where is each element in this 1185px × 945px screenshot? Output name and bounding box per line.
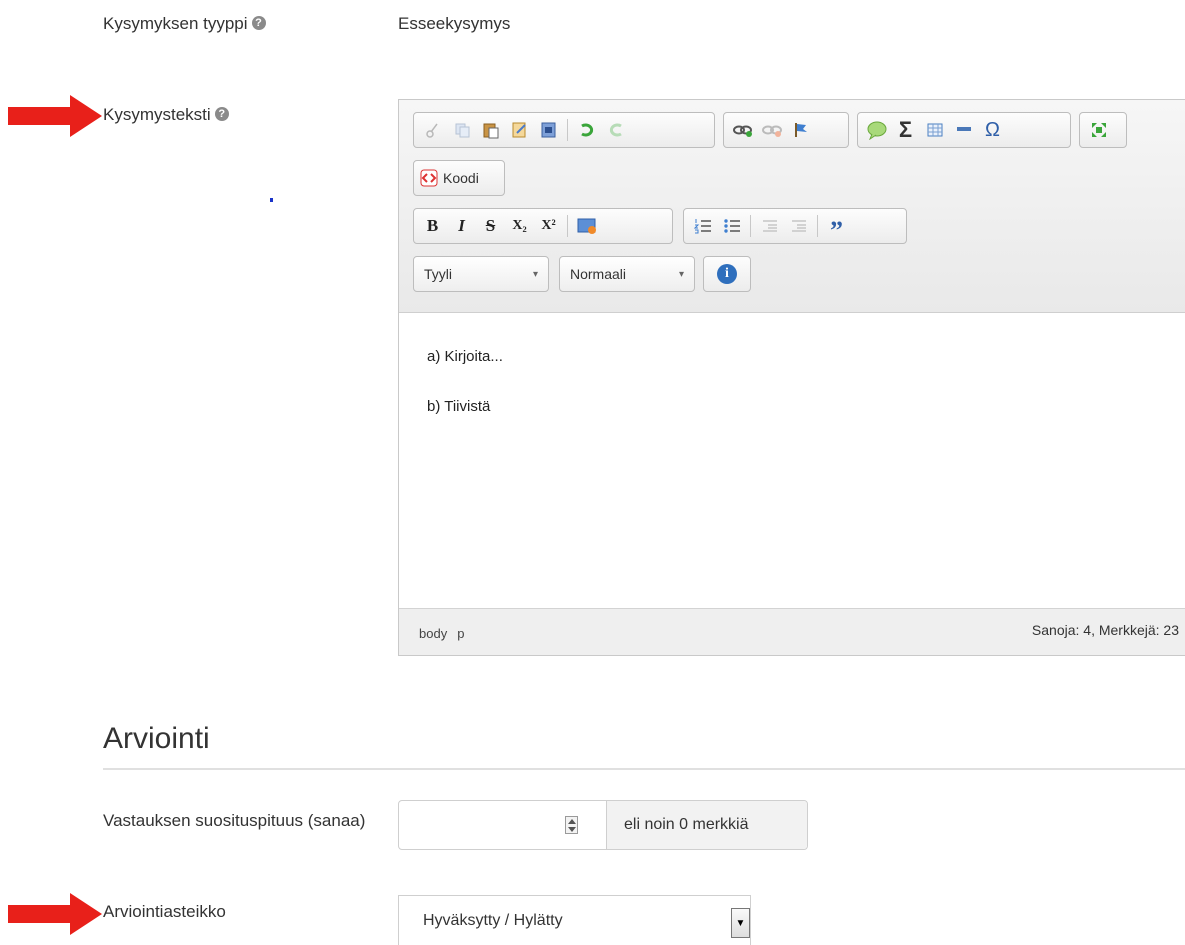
bulleted-list-icon[interactable] <box>718 213 745 239</box>
section-heading: Arviointi <box>103 722 210 755</box>
editor-content[interactable]: a) Kirjoita... b) Tiivistä <box>399 313 1185 608</box>
link-group <box>723 112 849 148</box>
paste-text-icon[interactable] <box>506 117 533 143</box>
link-icon[interactable] <box>729 117 756 143</box>
question-type-value: Esseekysymys <box>398 14 511 33</box>
stray-dot <box>270 198 273 202</box>
editor-toolbar: Σ Ω Koodi B I S X₂ X² ” Tyyli ▾ Normaali… <box>399 100 1185 313</box>
redo-icon[interactable] <box>602 117 629 143</box>
rich-text-editor: Σ Ω Koodi B I S X₂ X² ” Tyyli ▾ Normaali… <box>398 99 1185 656</box>
editor-paragraph: a) Kirjoita... <box>427 348 503 365</box>
question-text-label: Kysymysteksti? <box>103 105 229 125</box>
cut-icon[interactable] <box>419 117 446 143</box>
dropdown-arrow-icon[interactable]: ▼ <box>731 908 750 938</box>
formatting-group: B I S X₂ X² <box>413 208 673 244</box>
superscript-button[interactable]: X² <box>535 213 562 239</box>
insert-group: Σ Ω <box>857 112 1071 148</box>
info-icon: i <box>717 264 737 284</box>
copy-icon[interactable] <box>448 117 475 143</box>
code-icon <box>420 169 438 187</box>
word-count: Sanoja: 4, Merkkejä: 23 <box>1031 622 1179 638</box>
format-combo[interactable]: Normaali ▾ <box>559 256 695 292</box>
info-button[interactable]: i <box>703 256 751 292</box>
spinner-icon[interactable] <box>565 816 578 834</box>
format-combo-label: Normaali <box>570 266 627 282</box>
numbered-list-icon[interactable] <box>689 213 716 239</box>
question-type-label: Kysymyksen tyyppi? <box>103 14 266 34</box>
element-path: body p <box>419 626 474 641</box>
length-input[interactable] <box>399 801 607 849</box>
help-icon[interactable]: ? <box>214 107 229 121</box>
scale-label: Arviointiasteikko <box>103 902 226 921</box>
paste-icon[interactable] <box>477 117 504 143</box>
code-button-label: Koodi <box>443 170 479 186</box>
code-button[interactable]: Koodi <box>413 160 505 196</box>
sigma-icon[interactable]: Σ <box>892 117 919 143</box>
style-combo[interactable]: Tyyli ▾ <box>413 256 549 292</box>
chevron-down-icon: ▾ <box>532 268 538 280</box>
indent-icon[interactable] <box>785 213 812 239</box>
image-icon[interactable] <box>573 213 600 239</box>
table-icon[interactable] <box>921 117 948 143</box>
length-label: Vastauksen suosituspituus (sanaa) <box>103 811 366 830</box>
scale-select-value: Hyväksytty / Hylätty <box>423 911 563 929</box>
path-item-body[interactable]: body <box>419 626 447 641</box>
question-type-label-text: Kysymyksen tyyppi <box>103 14 248 33</box>
italic-button[interactable]: I <box>448 213 475 239</box>
red-arrow-icon <box>8 893 102 935</box>
style-combo-label: Tyyli <box>424 266 452 282</box>
editor-statusbar: body p Sanoja: 4, Merkkejä: 23 <box>399 608 1185 655</box>
chevron-down-icon: ▾ <box>678 268 684 280</box>
maximize-icon[interactable] <box>1085 117 1112 143</box>
toolbar-separator <box>750 215 751 237</box>
length-addon: eli noin 0 merkkiä <box>607 801 807 849</box>
toolbar-separator <box>817 215 818 237</box>
strikethrough-button[interactable]: S <box>477 213 504 239</box>
horizontal-rule-icon[interactable] <box>950 117 977 143</box>
undo-icon[interactable] <box>573 117 600 143</box>
unlink-icon[interactable] <box>758 117 785 143</box>
comment-icon[interactable] <box>863 117 890 143</box>
outdent-icon[interactable] <box>756 213 783 239</box>
lists-group: ” <box>683 208 907 244</box>
scale-select[interactable]: Hyväksytty / Hylätty ▼ <box>398 895 751 945</box>
red-arrow-icon <box>8 95 102 137</box>
clipboard-group <box>413 112 715 148</box>
omega-icon[interactable]: Ω <box>979 117 1006 143</box>
help-icon[interactable]: ? <box>251 16 266 30</box>
anchor-flag-icon[interactable] <box>787 117 814 143</box>
paste-word-icon[interactable] <box>535 117 562 143</box>
path-item-p[interactable]: p <box>457 626 464 641</box>
blockquote-icon[interactable]: ” <box>823 208 850 244</box>
length-input-group: eli noin 0 merkkiä <box>398 800 808 850</box>
question-text-label-text: Kysymysteksti <box>103 105 211 124</box>
editor-paragraph: b) Tiivistä <box>427 398 491 415</box>
toolbar-separator <box>567 119 568 141</box>
subscript-button[interactable]: X₂ <box>506 213 533 239</box>
maximize-group <box>1079 112 1127 148</box>
toolbar-separator <box>567 215 568 237</box>
bold-button[interactable]: B <box>419 213 446 239</box>
section-divider <box>103 768 1185 770</box>
